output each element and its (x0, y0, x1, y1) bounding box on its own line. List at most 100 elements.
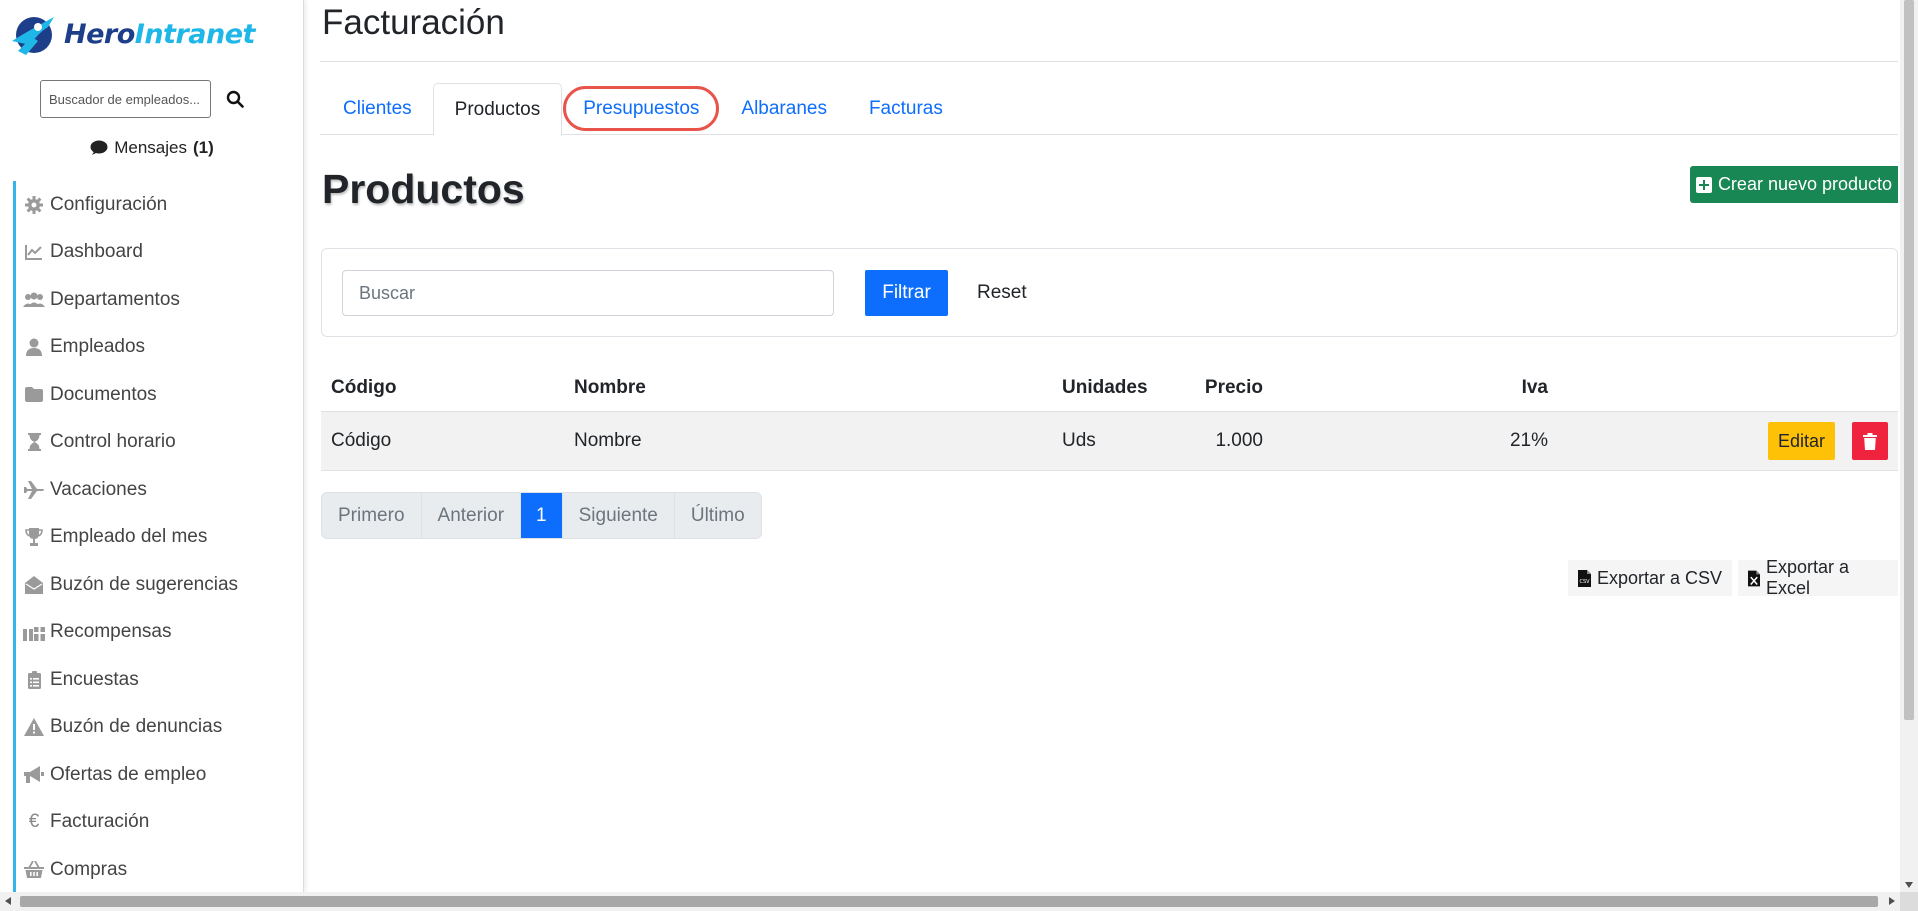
cell-code: Código (331, 430, 392, 451)
sidebar-item-empleado-del-mes[interactable]: Empleado del mes (16, 514, 303, 562)
header-code[interactable]: Código (331, 365, 396, 411)
sidebar-nav: Configuración Dashboard Departamentos Em… (13, 181, 303, 894)
plus-square-icon (1695, 176, 1712, 193)
main-content: Facturación Clientes Productos Presupues… (320, 0, 1898, 892)
sidebar-item-empleados[interactable]: Empleados (16, 324, 303, 372)
table-header: Código Nombre Precio Unidades Iva (321, 365, 1898, 412)
pagination: Primero Anterior 1 Siguiente Último (321, 492, 762, 539)
tab-productos[interactable]: Productos (432, 83, 563, 136)
brand-logo[interactable]: HeroIntranet (8, 10, 255, 58)
tab-facturas[interactable]: Facturas (848, 83, 964, 135)
sidebar-item-label: Configuración (50, 193, 168, 215)
messages-link[interactable]: Mensajes (1) (0, 138, 304, 158)
header-price[interactable]: Precio (1205, 365, 1263, 411)
employee-search (40, 80, 249, 118)
sidebar-item-dashboard[interactable]: Dashboard (16, 229, 303, 277)
scroll-left-arrow-icon[interactable] (5, 897, 11, 905)
scrollbar-corner (1900, 892, 1918, 911)
page-prev[interactable]: Anterior (422, 493, 522, 538)
tab-clientes[interactable]: Clientes (322, 83, 433, 135)
sidebar-item-configuracion[interactable]: Configuración (16, 181, 303, 229)
cell-units: Uds (1062, 430, 1096, 451)
warning-icon (23, 717, 45, 737)
filter-button[interactable]: Filtrar (865, 270, 948, 316)
delete-button[interactable] (1852, 422, 1888, 460)
page-next[interactable]: Siguiente (563, 493, 675, 538)
products-table: Código Nombre Precio Unidades Iva Código… (321, 365, 1898, 471)
scroll-down-arrow-icon[interactable] (1905, 882, 1913, 888)
sidebar-item-control-horario[interactable]: Control horario (16, 419, 303, 467)
page-title: Facturación (322, 3, 505, 42)
sidebar-item-facturacion[interactable]: € Facturación (16, 799, 303, 847)
sidebar-item-departamentos[interactable]: Departamentos (16, 276, 303, 324)
table-row: Código Nombre 1.000 Uds 21% Editar (321, 412, 1898, 471)
header-name[interactable]: Nombre (574, 365, 646, 411)
sidebar: HeroIntranet Mensajes (1) Configuración … (0, 0, 304, 894)
reset-button[interactable]: Reset (977, 270, 1027, 316)
export-csv-button[interactable]: CSV Exportar a CSV (1568, 560, 1733, 596)
create-product-button[interactable]: Crear nuevo producto (1690, 166, 1898, 203)
edit-button[interactable]: Editar (1768, 422, 1835, 460)
chart-line-icon (23, 242, 45, 262)
sidebar-item-label: Dashboard (50, 241, 143, 263)
sidebar-item-label: Recompensas (50, 621, 172, 643)
tab-presupuestos[interactable]: Presupuestos (562, 83, 720, 135)
horizontal-scrollbar[interactable] (0, 892, 1900, 911)
vertical-scrollbar[interactable] (1900, 0, 1918, 892)
gear-icon (23, 195, 45, 215)
sidebar-item-label: Buzón de sugerencias (50, 573, 239, 595)
export-excel-button[interactable]: Exportar a Excel (1738, 557, 1898, 598)
trash-icon (1863, 432, 1877, 450)
envelope-open-icon (23, 575, 45, 595)
hourglass-icon (23, 432, 45, 452)
sidebar-item-compras[interactable]: Compras (16, 846, 303, 894)
header-iva[interactable]: Iva (1522, 365, 1548, 411)
trophy-icon (23, 527, 45, 547)
brand-name: HeroIntranet (64, 18, 255, 50)
filter-panel: Filtrar Reset (321, 248, 1898, 337)
sidebar-item-label: Empleado del mes (50, 526, 208, 548)
create-product-label: Crear nuevo producto (1717, 174, 1893, 194)
sidebar-item-documentos[interactable]: Documentos (16, 371, 303, 419)
sidebar-item-label: Departamentos (50, 288, 180, 310)
export-csv-label: Exportar a CSV (1597, 567, 1723, 588)
sidebar-item-recompensas[interactable]: Recompensas (16, 609, 303, 657)
basket-icon (23, 860, 45, 880)
horizontal-scrollbar-thumb[interactable] (20, 896, 1878, 907)
sidebar-item-label: Ofertas de empleo (50, 763, 207, 785)
sidebar-item-vacaciones[interactable]: Vacaciones (16, 466, 303, 514)
sidebar-item-label: Documentos (50, 383, 157, 405)
page-last[interactable]: Último (675, 493, 761, 538)
sidebar-item-ofertas-empleo[interactable]: Ofertas de empleo (16, 751, 303, 799)
comment-icon (90, 140, 108, 155)
header-units[interactable]: Unidades (1062, 365, 1148, 411)
search-icon[interactable] (221, 85, 249, 113)
employee-search-input[interactable] (40, 80, 211, 118)
billing-tabs: Clientes Productos Presupuestos Albarane… (320, 83, 1898, 136)
clipboard-list-icon (23, 670, 45, 690)
sidebar-item-label: Empleados (50, 336, 146, 358)
svg-text:CSV: CSV (1580, 579, 1591, 585)
folder-icon (23, 385, 45, 405)
user-icon (23, 337, 45, 357)
plane-icon (23, 480, 45, 500)
file-excel-icon (1748, 570, 1761, 586)
euro-icon: € (28, 811, 40, 833)
scroll-right-arrow-icon[interactable] (1889, 897, 1895, 905)
cell-iva: 21% (1509, 430, 1548, 451)
messages-label: Mensajes (114, 138, 187, 157)
sidebar-item-label: Facturación (50, 811, 150, 833)
sidebar-item-label: Vacaciones (50, 478, 147, 500)
gift-icon (23, 622, 45, 642)
vertical-scrollbar-thumb[interactable] (1904, 0, 1914, 720)
page-first[interactable]: Primero (322, 493, 422, 538)
page-current[interactable]: 1 (521, 493, 563, 538)
tab-albaranes[interactable]: Albaranes (720, 83, 848, 135)
sidebar-item-encuestas[interactable]: Encuestas (16, 656, 303, 704)
sidebar-item-label: Compras (50, 858, 128, 880)
search-input[interactable] (342, 270, 834, 316)
sidebar-item-buzon-sugerencias[interactable]: Buzón de sugerencias (16, 561, 303, 609)
file-csv-icon: CSV (1578, 569, 1591, 587)
sidebar-item-buzon-denuncias[interactable]: Buzón de denuncias (16, 704, 303, 752)
users-icon (23, 290, 45, 310)
